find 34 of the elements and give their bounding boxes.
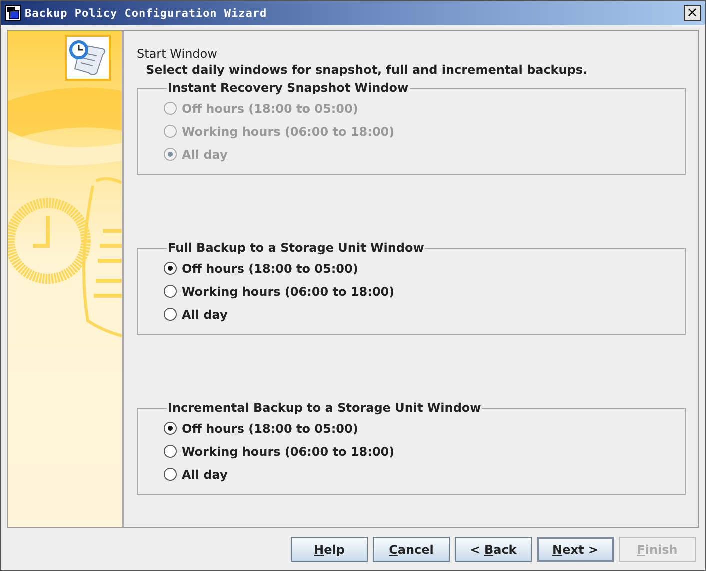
- radio-button[interactable]: [164, 422, 177, 435]
- radio-option[interactable]: Off hours (18:00 to 05:00): [164, 417, 685, 440]
- radio-button[interactable]: [164, 308, 177, 321]
- group-title: Instant Recovery Snapshot Window: [167, 81, 410, 95]
- radio-option[interactable]: Off hours (18:00 to 05:00): [164, 257, 685, 280]
- option-label: Off hours (18:00 to 05:00): [182, 262, 358, 276]
- option-label: Working hours (06:00 to 18:00): [182, 284, 395, 298]
- option-label: All day: [182, 468, 228, 482]
- radio-button[interactable]: [164, 262, 177, 275]
- option-label: Off hours (18:00 to 05:00): [182, 102, 358, 116]
- scroll-clock-icon: [65, 35, 111, 81]
- close-button[interactable]: ×: [684, 5, 701, 21]
- step-title: Start Window: [137, 47, 218, 61]
- radio-option[interactable]: Working hours (06:00 to 18:00): [164, 280, 685, 303]
- radio-option[interactable]: All day: [164, 463, 685, 486]
- radio-button[interactable]: [164, 468, 177, 481]
- window-icon: [5, 5, 21, 21]
- radio-button[interactable]: [164, 445, 177, 458]
- option-label: Working hours (06:00 to 18:00): [182, 444, 395, 458]
- wizard-button[interactable]: < Back: [455, 537, 532, 562]
- option-label: Working hours (06:00 to 18:00): [182, 124, 395, 138]
- radio-option[interactable]: Working hours (06:00 to 18:00): [164, 440, 685, 463]
- option-label: All day: [182, 308, 228, 322]
- group-title: Full Backup to a Storage Unit Window: [167, 241, 426, 255]
- window-title: Backup Policy Configuration Wizard: [25, 6, 268, 20]
- wizard-button[interactable]: Help: [291, 537, 368, 562]
- option-label: Off hours (18:00 to 05:00): [182, 422, 358, 436]
- wizard-button[interactable]: Cancel: [373, 537, 450, 562]
- step-description: Select daily windows for snapshot, full and incremental backups.: [146, 63, 589, 77]
- wizard-button[interactable]: Next >: [537, 537, 614, 562]
- group-title: Incremental Backup to a Storage Unit Window: [167, 401, 482, 415]
- radio-button[interactable]: [164, 285, 177, 298]
- option-label: All day: [182, 148, 228, 162]
- radio-option[interactable]: All day: [164, 303, 685, 326]
